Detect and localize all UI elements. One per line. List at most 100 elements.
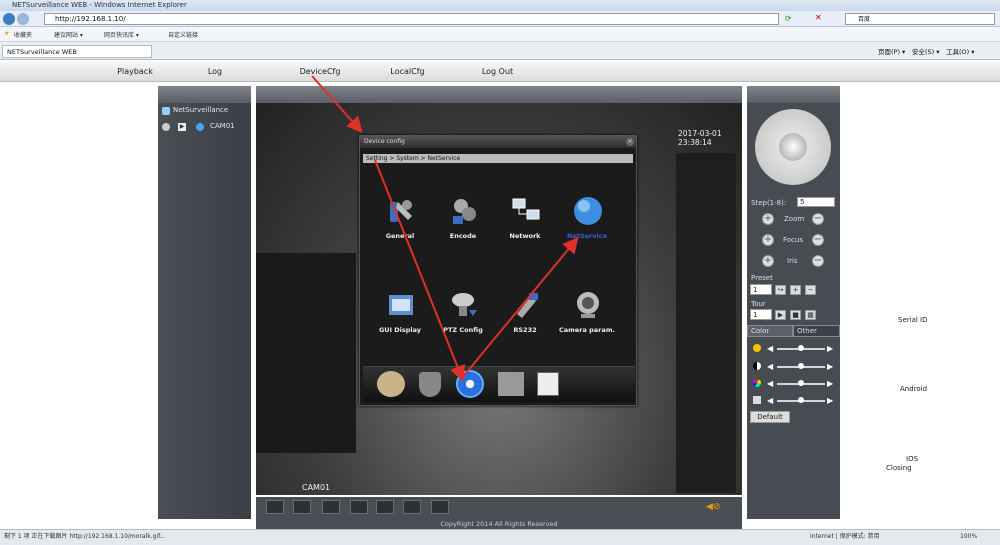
snapshot-icon[interactable] [376, 500, 394, 514]
video-timestamp: 2017-03-01 23:38:14 [678, 129, 722, 147]
device-config-dialog: Device config × Setting > System > NetSe… [359, 135, 637, 406]
fav-link-webslice[interactable]: 网页快讯库 ▾ [104, 30, 139, 39]
contrast-increase-icon[interactable]: ▶ [827, 362, 833, 371]
brightness-knob[interactable] [798, 345, 804, 351]
saturation-increase-icon[interactable]: ▶ [827, 379, 833, 388]
other-tab[interactable]: Other [793, 325, 840, 337]
camera-param-icon [577, 292, 599, 318]
saturation-knob[interactable] [798, 380, 804, 386]
page-menu[interactable]: 页面(P) ▾ [878, 46, 905, 56]
site-nav: Playback Log DeviceCfg LocalCfg Log Out [0, 62, 1000, 82]
preset-add-button[interactable]: + [790, 285, 801, 295]
focus-near-button[interactable]: + [762, 234, 774, 246]
safety-menu[interactable]: 安全(S) ▾ [912, 46, 940, 56]
record-toggle-icon[interactable] [162, 123, 170, 131]
stop-record-icon[interactable] [350, 500, 368, 514]
tile-ptz-config[interactable]: PTZ Config [433, 280, 493, 346]
gear-dock-icon[interactable] [456, 370, 484, 398]
contrast-knob[interactable] [798, 363, 804, 369]
other-tab-label: Other [797, 327, 817, 335]
back-icon[interactable] [3, 13, 15, 25]
close-icon[interactable]: × [626, 138, 634, 146]
status-zoom[interactable]: 100% [960, 530, 977, 544]
tile-network-label: Network [509, 232, 541, 240]
contrast-decrease-icon[interactable]: ◀ [767, 362, 773, 371]
tile-network[interactable]: Network [495, 186, 555, 252]
close-all-icon[interactable] [431, 500, 449, 514]
fav-link-suggested[interactable]: 建议网站 ▾ [54, 30, 83, 39]
saturation-icon [753, 379, 761, 387]
tools-dock-icon[interactable] [498, 372, 524, 396]
preset-input[interactable]: 1 [750, 284, 772, 295]
ptz-camera-icon [452, 293, 477, 316]
tile-camera-param-label: Camera param. [558, 326, 616, 334]
color-tab[interactable]: Color [747, 325, 793, 337]
brightness-decrease-icon[interactable]: ◀ [767, 344, 773, 353]
tile-netservice[interactable]: NetService [557, 186, 617, 252]
nav-playback[interactable]: Playback [100, 62, 170, 82]
zoom-label: Zoom [784, 215, 805, 223]
tour-input[interactable]: 1 [750, 309, 772, 320]
video-header [256, 86, 742, 103]
fav-link-custom[interactable]: 自定义链接 [168, 30, 198, 39]
tile-camera-param[interactable]: Camera param. [557, 280, 617, 346]
preset-goto-button[interactable]: ↪ [775, 285, 786, 295]
nav-devicecfg[interactable]: DeviceCfg [285, 62, 355, 82]
zoom-out-button[interactable]: − [812, 213, 824, 225]
tile-rs232[interactable]: RS232 [495, 280, 555, 346]
search-input[interactable]: 百度 [845, 13, 995, 25]
focus-far-button[interactable]: − [812, 234, 824, 246]
tour-start-button[interactable]: ▶ [775, 310, 786, 320]
nav-logout[interactable]: Log Out [465, 62, 530, 82]
play-record-icon[interactable] [322, 500, 340, 514]
network-icon [512, 198, 540, 220]
browser-tab[interactable]: NETSurveillance WEB [2, 45, 152, 58]
hue-knob[interactable] [798, 397, 804, 403]
copyright-bar: CopyRight 2014 All Rights Reserved [256, 519, 742, 529]
refresh-icon[interactable]: ⟳ [785, 14, 792, 23]
talk-icon[interactable] [403, 500, 421, 514]
shield-dock-icon[interactable] [419, 372, 441, 397]
focus-label: Focus [783, 236, 803, 244]
preset-value: 1 [753, 286, 758, 294]
tile-general-label: General [385, 232, 415, 240]
star-icon[interactable]: ★ [4, 30, 9, 37]
hue-increase-icon[interactable]: ▶ [827, 396, 833, 405]
forward-icon[interactable] [17, 13, 29, 25]
tile-gui-display[interactable]: GUI Display [370, 280, 430, 346]
iris-open-button[interactable]: + [762, 255, 774, 267]
address-input[interactable]: http://192.168.1.10/ [44, 13, 779, 25]
contrast-icon [753, 362, 761, 370]
play-icon[interactable]: ▶ [178, 123, 186, 131]
tour-stop-button[interactable]: ■ [790, 310, 801, 320]
tile-encode[interactable]: Encode [433, 186, 493, 252]
tour-grid-button[interactable]: ▦ [805, 310, 816, 320]
zoom-in-button[interactable]: + [762, 213, 774, 225]
brightness-icon [753, 344, 761, 352]
default-button[interactable]: Default [750, 411, 790, 423]
fullscreen-icon[interactable] [266, 500, 284, 514]
camera-channel[interactable]: CAM01 [210, 122, 235, 130]
storage-dock-icon[interactable] [377, 371, 405, 397]
stop-icon[interactable]: ✕ [815, 13, 822, 22]
tab-bar: NETSurveillance WEB 页面(P) ▾ 安全(S) ▾ 工具(O… [0, 42, 1000, 60]
tile-general[interactable]: General [370, 186, 430, 252]
nav-localcfg[interactable]: LocalCfg [375, 62, 440, 82]
device-name[interactable]: NetSurveillance [173, 106, 228, 114]
brightness-increase-icon[interactable]: ▶ [827, 344, 833, 353]
ptz-center-button[interactable] [779, 133, 807, 161]
iris-close-button[interactable]: − [812, 255, 824, 267]
volume-mute-icon[interactable]: ◀⊘ [706, 502, 720, 512]
info-dock-icon[interactable] [537, 372, 559, 396]
tile-ptz-config-label: PTZ Config [443, 326, 483, 334]
preset-delete-button[interactable]: − [805, 285, 816, 295]
tools-menu[interactable]: 工具(O) ▾ [946, 46, 975, 56]
favorites-button[interactable]: 收藏夹 [14, 30, 32, 39]
single-view-icon[interactable] [293, 500, 311, 514]
saturation-decrease-icon[interactable]: ◀ [767, 379, 773, 388]
step-select[interactable]: 5 [797, 197, 835, 207]
nav-log[interactable]: Log [185, 62, 245, 82]
dialog-title: Device config [364, 138, 405, 145]
video-dark-region [256, 253, 356, 453]
hue-decrease-icon[interactable]: ◀ [767, 396, 773, 405]
